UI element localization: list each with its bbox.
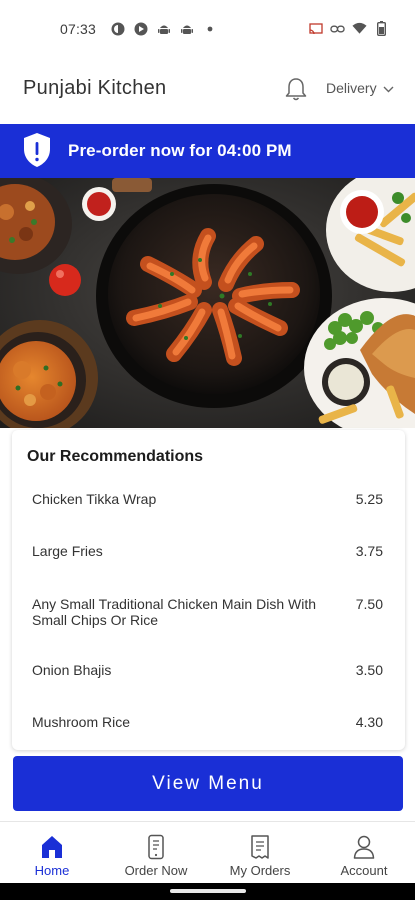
view-menu-button[interactable]: View Menu bbox=[13, 756, 403, 811]
item-price: 5.25 bbox=[355, 491, 383, 507]
item-name: Onion Bhajis bbox=[32, 662, 112, 678]
item-price: 3.75 bbox=[355, 543, 383, 559]
nav-label: My Orders bbox=[229, 863, 291, 878]
app-notification-icon bbox=[110, 21, 125, 36]
gesture-handle[interactable] bbox=[170, 889, 246, 893]
recommendations-card: Our Recommendations Chicken Tikka Wrap 5… bbox=[12, 430, 405, 750]
order-type-label: Delivery bbox=[326, 80, 377, 96]
gesture-bar bbox=[0, 883, 415, 900]
status-time: 07:33 bbox=[60, 21, 97, 37]
pre-order-banner: Pre-order now for 04:00 PM bbox=[0, 124, 415, 178]
item-name: Large Fries bbox=[32, 543, 103, 559]
list-item[interactable]: Mushroom Rice 4.30 bbox=[32, 714, 383, 730]
item-name: Chicken Tikka Wrap bbox=[32, 491, 157, 507]
recommendations-title: Our Recommendations bbox=[27, 448, 204, 465]
link-icon bbox=[330, 21, 345, 36]
cast-icon bbox=[308, 21, 323, 36]
item-name: Any Small Traditional Chicken Main Dish … bbox=[32, 596, 316, 628]
bell-icon[interactable] bbox=[284, 76, 308, 101]
status-left-icons bbox=[110, 21, 217, 36]
android-icon-2 bbox=[179, 21, 194, 36]
restaurant-name: Punjabi Kitchen bbox=[23, 77, 167, 99]
app-header: Punjabi Kitchen Delivery bbox=[0, 58, 415, 124]
dot-icon bbox=[202, 21, 217, 36]
nav-label: Account bbox=[340, 863, 388, 878]
status-right-icons bbox=[308, 21, 389, 36]
nav-label: Order Now bbox=[124, 863, 188, 878]
nav-item-home[interactable]: Home bbox=[0, 822, 104, 884]
nav-label: Home bbox=[34, 863, 70, 878]
chevron-down-icon bbox=[383, 80, 394, 96]
list-item[interactable]: Any Small Traditional Chicken Main Dish … bbox=[32, 596, 383, 628]
status-bar: 07:33 bbox=[0, 0, 415, 58]
receipt-icon bbox=[248, 834, 272, 860]
hero-food-image bbox=[0, 178, 415, 428]
item-price: 3.50 bbox=[355, 662, 383, 678]
nav-item-my-orders[interactable]: My Orders bbox=[208, 822, 312, 884]
home-icon bbox=[40, 834, 64, 860]
wifi-icon bbox=[352, 21, 367, 36]
shield-alert-icon bbox=[22, 132, 52, 168]
item-price: 7.50 bbox=[355, 596, 383, 612]
order-type-dropdown[interactable]: Delivery bbox=[326, 80, 394, 96]
pre-order-text: Pre-order now for 04:00 PM bbox=[68, 141, 292, 160]
nav-item-order-now[interactable]: Order Now bbox=[104, 822, 208, 884]
item-name: Mushroom Rice bbox=[32, 714, 131, 730]
android-icon bbox=[156, 21, 171, 36]
app-notification-icon-2 bbox=[133, 21, 148, 36]
person-icon bbox=[352, 834, 376, 860]
list-item[interactable]: Large Fries 3.75 bbox=[32, 543, 383, 559]
battery-icon bbox=[374, 21, 389, 36]
list-item[interactable]: Chicken Tikka Wrap 5.25 bbox=[32, 491, 383, 507]
item-price: 4.30 bbox=[355, 714, 383, 730]
bottom-nav: Home Order Now My Orders Account bbox=[0, 821, 415, 883]
nav-item-account[interactable]: Account bbox=[312, 822, 415, 884]
phone-order-icon bbox=[144, 834, 168, 860]
list-item[interactable]: Onion Bhajis 3.50 bbox=[32, 662, 383, 678]
